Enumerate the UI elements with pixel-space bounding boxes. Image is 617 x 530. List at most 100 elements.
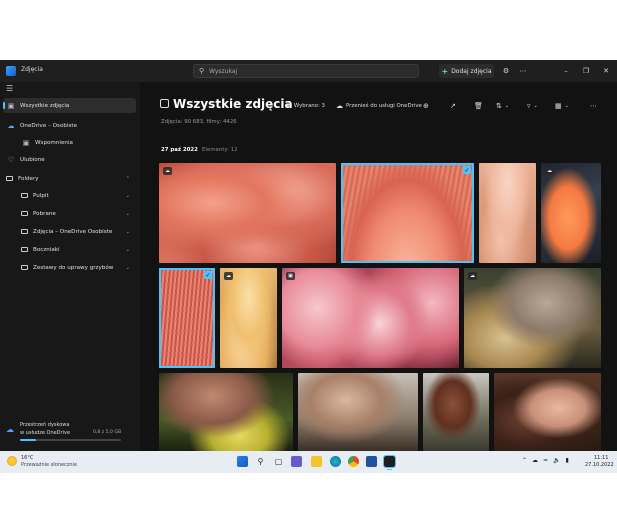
sun-icon[interactable] <box>7 456 17 466</box>
sort-icon: ⇅ <box>496 102 502 110</box>
storage-title: Przestrzeń dyskowa <box>20 422 70 428</box>
sidebar-item-all-photos[interactable]: ▣ Wszystkie zdjęcia <box>3 98 136 113</box>
page-title: Wszystkie zdjęcia <box>173 97 293 111</box>
hamburger-menu-icon[interactable]: ☰ <box>6 84 13 93</box>
photos-app-icon <box>6 66 16 76</box>
cloud-icon[interactable]: ☁ <box>532 457 538 464</box>
sidebar-item-memories[interactable]: ▣ Wspomnienia <box>18 135 136 150</box>
sidebar-item-folder[interactable]: Pobrane ⌄ <box>18 206 136 221</box>
more-options-button[interactable]: ⋯ <box>590 100 597 112</box>
chevron-up-icon[interactable]: ⌃ <box>126 176 130 182</box>
share-button[interactable]: ↗ <box>450 100 456 112</box>
chevron-down-icon[interactable]: ⌄ <box>126 247 130 253</box>
folder-icon <box>21 247 28 252</box>
photos-icon: ▣ <box>7 101 15 110</box>
selected-count: Wybrano: 3 <box>293 103 325 109</box>
search-input[interactable] <box>209 66 409 76</box>
date-group-label: 27 paź 2022 <box>161 147 198 153</box>
sidebar-item-folder[interactable]: Boczniaki ⌄ <box>18 242 136 257</box>
onedrive-storage[interactable]: ☁ Przestrzeń dyskowa w usłudze OneDrive … <box>0 417 140 451</box>
heart-icon: ♡ <box>7 155 15 164</box>
sidebar-item-folder[interactable]: Zestawy do uprawy grzybów ⌄ <box>18 260 136 275</box>
filter-button[interactable]: ▿ ⌄ <box>527 100 538 112</box>
photo-thumbnail[interactable] <box>423 373 489 451</box>
search-icon: ⚲ <box>199 67 205 75</box>
sidebar-item-label: Foldery <box>18 175 39 182</box>
photo-thumbnail[interactable]: ▣ <box>282 268 459 368</box>
windows-taskbar: 16°C Przeważnie słonecznie ⚲ ▢ ⌃ ☁ ≈ 🔈 ▮… <box>0 451 617 473</box>
close-icon[interactable]: ✕ <box>601 64 611 78</box>
share-icon: ↗ <box>450 102 456 110</box>
search-box[interactable]: ⚲ <box>193 64 419 78</box>
maximize-icon[interactable]: ❐ <box>581 64 591 78</box>
photo-thumbnail-selected[interactable]: ✓ <box>159 268 215 368</box>
widgets-icon[interactable] <box>291 456 302 467</box>
chevron-down-icon: ⌄ <box>533 103 538 109</box>
edge-browser-icon[interactable] <box>330 456 341 467</box>
sidebar: ☰ ▣ Wszystkie zdjęcia ☁ OneDrive – Osobi… <box>0 82 140 451</box>
file-explorer-icon[interactable] <box>311 456 322 467</box>
system-tray[interactable]: ⌃ ☁ ≈ 🔈 ▮ <box>522 457 569 464</box>
weather-temperature[interactable]: 16°C <box>21 455 33 461</box>
checkmark-icon[interactable]: ✓ <box>204 271 212 279</box>
gear-icon[interactable]: ⚙ <box>499 64 513 78</box>
chevron-down-icon[interactable]: ⌄ <box>126 265 130 271</box>
chrome-browser-icon[interactable] <box>348 456 359 467</box>
add-photos-label: Dodaj zdjęcia <box>451 67 492 75</box>
photo-thumbnail[interactable] <box>494 373 601 451</box>
clear-selection-button[interactable]: ✕ Wybrano: 3 <box>285 100 325 112</box>
more-options-icon: ⋯ <box>590 102 597 110</box>
folder-icon <box>21 229 28 234</box>
minimize-icon[interactable]: – <box>561 64 571 78</box>
grid-view-icon: ▦ <box>555 102 562 110</box>
sidebar-item-label: Pobrane <box>33 210 56 217</box>
task-view-icon[interactable]: ▢ <box>273 456 284 467</box>
folder-icon <box>6 176 13 181</box>
main-content: Wszystkie zdjęcia Zdjęcia: 90 683, filmy… <box>140 82 617 451</box>
clock-date[interactable]: 27.10.2022 <box>585 462 614 468</box>
store-icon[interactable] <box>366 456 377 467</box>
sort-button[interactable]: ⇅ ⌄ <box>496 100 509 112</box>
photo-thumbnail[interactable]: ☁ <box>220 268 277 368</box>
sidebar-item-onedrive[interactable]: ☁ OneDrive – Osobiste <box>3 118 136 133</box>
chevron-down-icon[interactable]: ⌄ <box>126 229 130 235</box>
wifi-icon[interactable]: ≈ <box>543 457 548 464</box>
photo-thumbnail-selected[interactable]: ✓ <box>341 163 474 263</box>
title-bar: Zdjęcia ⚲ + Dodaj zdjęcia ⚙ ⋯ – ❐ ✕ <box>0 60 617 82</box>
checkmark-icon[interactable]: ✓ <box>463 166 471 174</box>
clock-time[interactable]: 11:11 <box>594 455 608 461</box>
more-options-icon[interactable]: ⋯ <box>516 64 530 78</box>
sidebar-item-label: Pulpit <box>33 192 49 199</box>
weather-description[interactable]: Przeważnie słonecznie <box>21 462 77 468</box>
storage-size: 0,8 z 5,0 GB <box>93 430 122 435</box>
photos-app-taskbar-icon[interactable] <box>383 455 396 470</box>
add-photos-button[interactable]: + Dodaj zdjęcia <box>439 64 494 78</box>
cloud-icon: ☁ <box>545 167 554 175</box>
photo-thumbnail[interactable] <box>159 373 293 451</box>
battery-icon[interactable]: ▮ <box>566 457 569 464</box>
sidebar-item-folder[interactable]: Pulpit ⌄ <box>18 188 136 203</box>
chevron-up-icon[interactable]: ⌃ <box>522 457 527 464</box>
move-to-onedrive-button[interactable]: ☁ Przenieś do usługi OneDrive <box>336 100 422 112</box>
chevron-down-icon[interactable]: ⌄ <box>126 211 130 217</box>
photo-thumbnail[interactable] <box>479 163 536 263</box>
view-button[interactable]: ▦ ⌄ <box>555 100 569 112</box>
plus-icon: + <box>441 66 449 76</box>
sidebar-item-folders[interactable]: Foldery ⌃ <box>3 171 136 186</box>
photo-thumbnail[interactable]: ☁ <box>159 163 336 263</box>
volume-icon[interactable]: 🔈 <box>553 457 560 464</box>
photo-thumbnail[interactable] <box>298 373 418 451</box>
photo-thumbnail[interactable]: ☁ <box>464 268 601 368</box>
library-count: Zdjęcia: 90 683, filmy: 4426 <box>161 119 237 125</box>
filter-icon: ▿ <box>527 102 531 110</box>
windows-start-icon[interactable] <box>237 456 248 467</box>
sidebar-item-favorites[interactable]: ♡ Ulubione <box>3 152 136 167</box>
search-icon[interactable]: ⚲ <box>255 456 266 467</box>
sidebar-item-folder[interactable]: Zdjęcia – OneDrive Osobiste ⌄ <box>18 224 136 239</box>
add-to-button[interactable]: ⊕ <box>423 100 429 112</box>
delete-button[interactable]: 🗑 <box>474 100 483 112</box>
image-icon: ▣ <box>286 272 295 280</box>
chevron-down-icon: ⌄ <box>504 103 510 109</box>
photo-thumbnail[interactable]: ☁ <box>541 163 601 263</box>
chevron-down-icon[interactable]: ⌄ <box>126 193 130 199</box>
